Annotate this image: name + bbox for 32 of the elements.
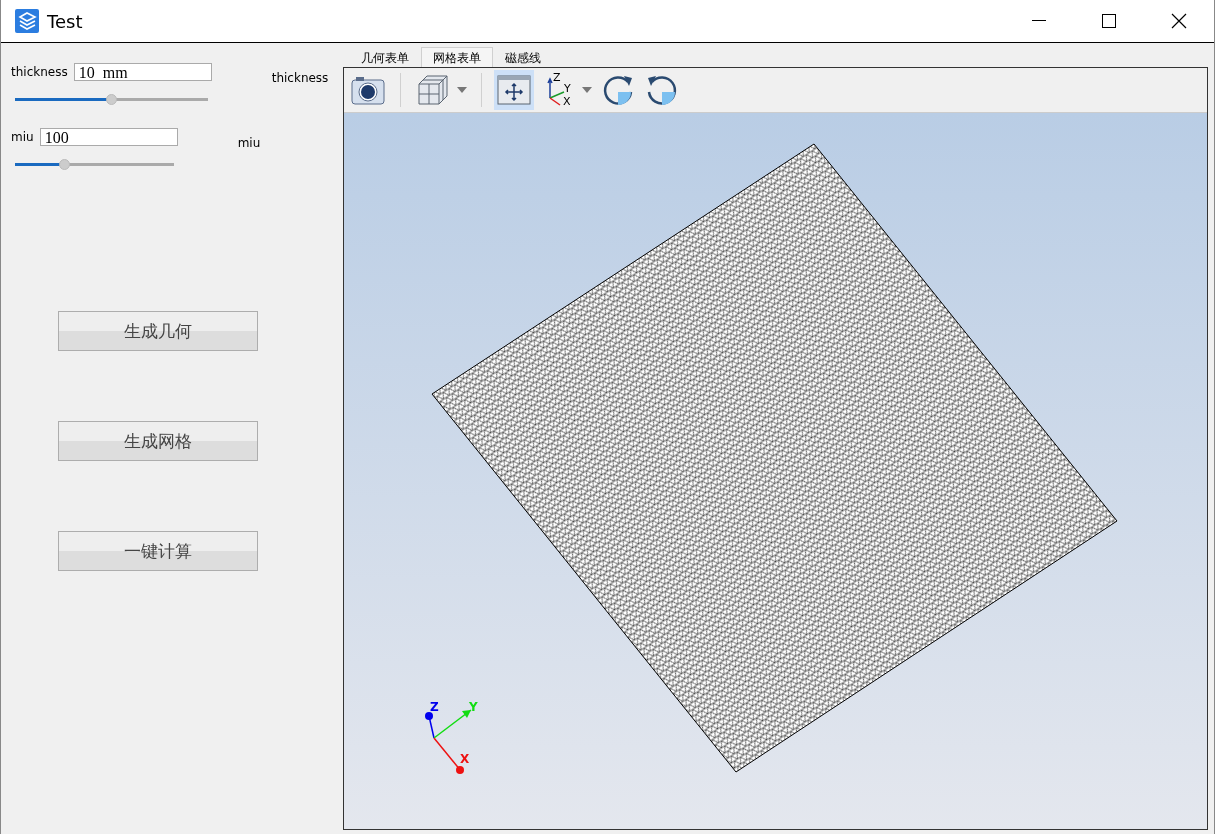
caret-icon xyxy=(457,87,467,93)
window-title: Test xyxy=(47,10,84,32)
slider-thumb[interactable] xyxy=(59,159,71,170)
parameter-label: miu xyxy=(11,130,34,144)
action-button[interactable]: 一键计算 xyxy=(58,531,258,571)
slider-thumb[interactable] xyxy=(106,94,118,105)
axis-label: Z xyxy=(553,72,561,83)
axis-label: Z xyxy=(430,700,439,714)
tab[interactable]: 几何表单 xyxy=(349,47,421,68)
app-icon xyxy=(15,9,39,33)
axis-triad-drawing xyxy=(425,709,472,774)
parameter-label: miu xyxy=(237,136,262,150)
action-button[interactable]: 生成网格 xyxy=(58,421,258,461)
fit-view-button[interactable] xyxy=(494,70,534,110)
tab[interactable]: 网格表单 xyxy=(421,47,493,68)
action-button[interactable]: 生成几何 xyxy=(58,311,258,351)
tab[interactable]: 磁感线 xyxy=(493,47,553,68)
close-icon xyxy=(1171,13,1187,29)
cube-icon xyxy=(415,72,451,108)
axis-label: X xyxy=(563,96,571,107)
input-field[interactable]: 10 mm xyxy=(73,63,212,81)
input-field[interactable]: 100 xyxy=(39,128,178,146)
axes-view-button[interactable]: Z Y X xyxy=(538,70,594,110)
maximize-icon xyxy=(1102,14,1116,28)
axis-label: Y xyxy=(469,700,478,714)
move-arrows-icon xyxy=(496,72,532,108)
minimize-icon xyxy=(1032,20,1046,22)
parameter-label: thickness xyxy=(271,71,330,85)
caret-icon xyxy=(582,87,592,93)
axis-label: X xyxy=(460,752,470,766)
axis-label: Y xyxy=(564,83,571,94)
parameter-label: thickness xyxy=(11,65,68,79)
